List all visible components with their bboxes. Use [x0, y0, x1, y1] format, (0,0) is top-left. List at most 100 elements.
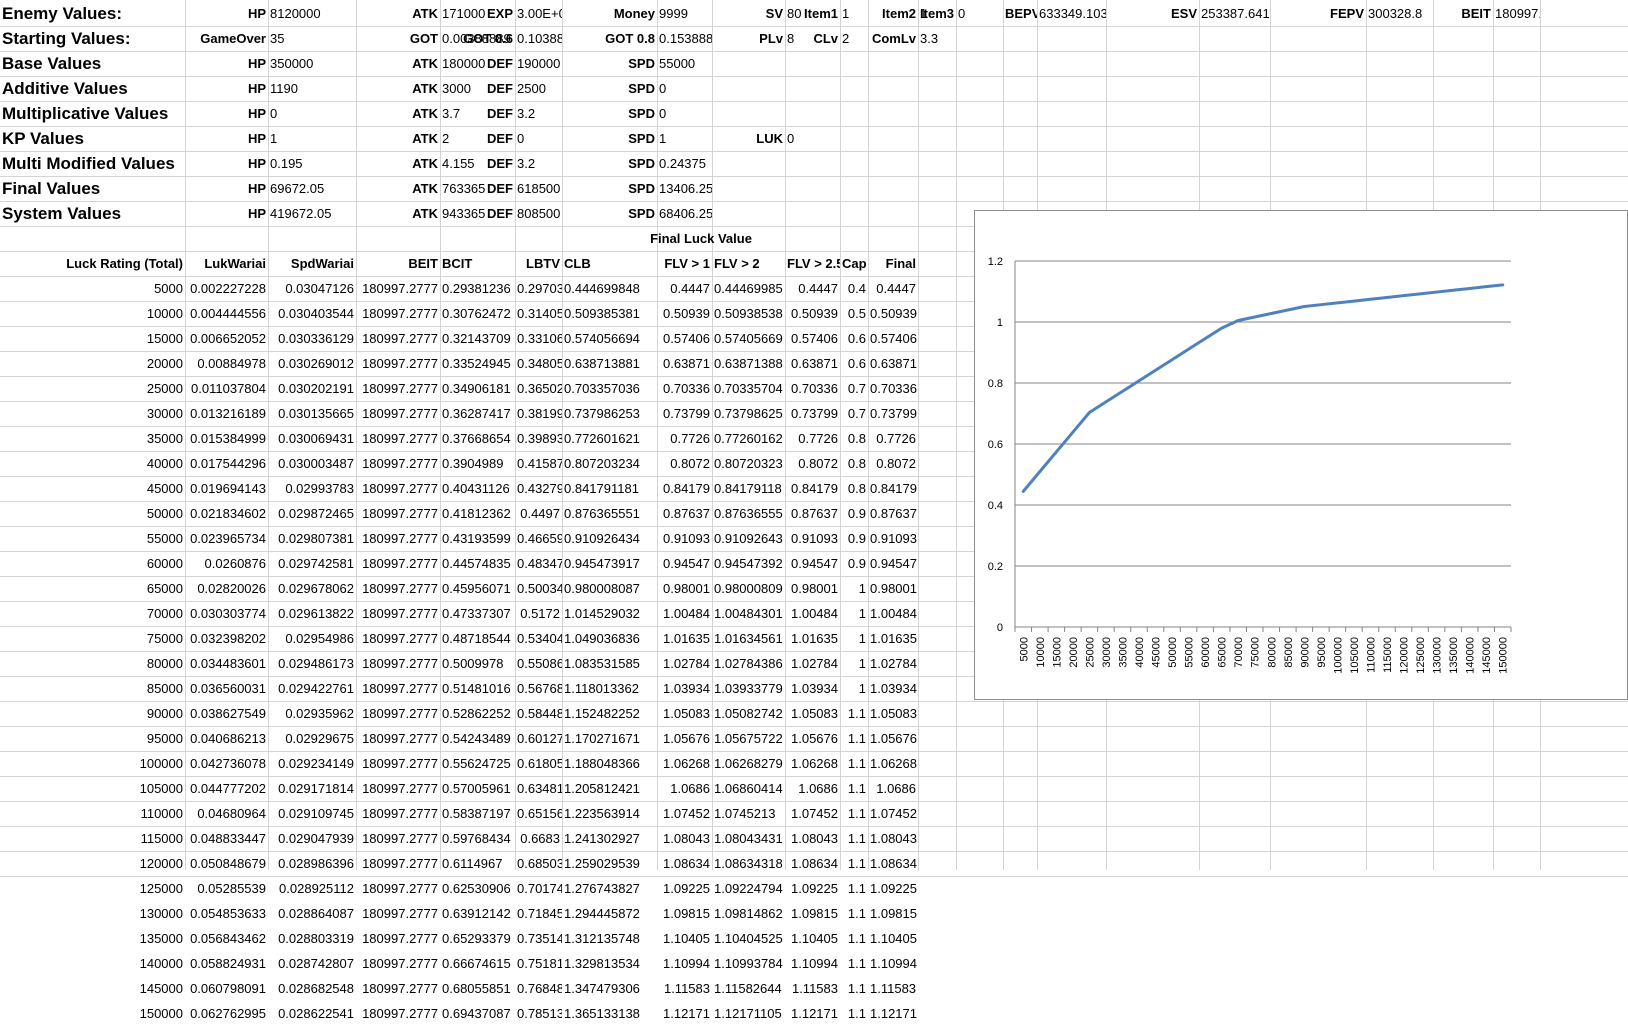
- table-cell[interactable]: 0.65156: [515, 802, 562, 826]
- table-cell[interactable]: 1.09225: [868, 877, 918, 901]
- table-cell[interactable]: 1.241302927: [562, 827, 657, 851]
- field-key[interactable]: GameOver: [185, 27, 268, 51]
- table-cell[interactable]: 1.00484301: [712, 602, 785, 626]
- table-cell[interactable]: 1.03934: [785, 677, 840, 701]
- table-cell[interactable]: 1.0686: [657, 777, 712, 801]
- table-cell[interactable]: 0.044777202: [185, 777, 268, 801]
- table-cell[interactable]: 0.50034: [515, 577, 562, 601]
- table-cell[interactable]: 0.8: [840, 452, 868, 476]
- table-cell[interactable]: 1.06268: [868, 752, 918, 776]
- table-cell[interactable]: 0.5172: [515, 602, 562, 626]
- table-cell[interactable]: 0.87636555: [712, 502, 785, 526]
- table-cell[interactable]: 0.019694143: [185, 477, 268, 501]
- table-cell[interactable]: 0.006652052: [185, 327, 268, 351]
- field-key[interactable]: HP: [185, 52, 268, 76]
- field-value[interactable]: 0.103888889: [515, 27, 562, 51]
- table-cell[interactable]: 0.39893: [515, 427, 562, 451]
- table-cell[interactable]: 0.028986396: [268, 852, 356, 876]
- table-cell[interactable]: 1.329813534: [562, 952, 657, 976]
- table-cell[interactable]: 55000: [0, 527, 185, 551]
- table-cell[interactable]: 0.030135665: [268, 402, 356, 426]
- field-value[interactable]: 0.24375: [657, 152, 712, 176]
- field-key[interactable]: ATK: [356, 152, 440, 176]
- field-value[interactable]: 2: [840, 27, 868, 51]
- table-cell[interactable]: 180997.2777: [356, 827, 440, 851]
- table-cell[interactable]: 110000: [0, 802, 185, 826]
- field-key[interactable]: SV: [712, 2, 785, 26]
- row-label[interactable]: Starting Values:: [0, 27, 185, 51]
- table-cell[interactable]: 1.03934: [868, 677, 918, 701]
- table-cell[interactable]: 1: [840, 677, 868, 701]
- table-cell[interactable]: 1.02784: [657, 652, 712, 676]
- table-cell[interactable]: 0.015384999: [185, 427, 268, 451]
- table-cell[interactable]: 1.05675722: [712, 727, 785, 751]
- table-cell[interactable]: 0.33106: [515, 327, 562, 351]
- table-cell[interactable]: 180997.2777: [356, 802, 440, 826]
- field-key[interactable]: HP: [185, 102, 268, 126]
- table-cell[interactable]: 1.03934: [657, 677, 712, 701]
- table-cell[interactable]: 0.43279: [515, 477, 562, 501]
- table-cell[interactable]: 0.040686213: [185, 727, 268, 751]
- field-key[interactable]: GOT 0.8: [562, 27, 657, 51]
- table-cell[interactable]: 180997.2777: [356, 502, 440, 526]
- table-cell[interactable]: 180997.2777: [356, 727, 440, 751]
- row-label[interactable]: Final Values: [0, 177, 185, 201]
- table-cell[interactable]: 0.048833447: [185, 827, 268, 851]
- field-key[interactable]: Item1: [785, 2, 840, 26]
- table-cell[interactable]: 1.05082742: [712, 702, 785, 726]
- table-header[interactable]: Luck Rating (Total): [0, 252, 185, 276]
- table-cell[interactable]: 150000: [0, 1002, 185, 1026]
- table-cell[interactable]: 1.152482252: [562, 702, 657, 726]
- table-cell[interactable]: 1.09225: [657, 877, 712, 901]
- field-value[interactable]: 190000: [515, 52, 562, 76]
- table-cell[interactable]: 1.02784386: [712, 652, 785, 676]
- field-value[interactable]: 3.00E+09: [515, 2, 562, 26]
- table-cell[interactable]: 70000: [0, 602, 185, 626]
- table-cell[interactable]: 0.91092643: [712, 527, 785, 551]
- table-cell[interactable]: 180997.2777: [356, 577, 440, 601]
- table-cell[interactable]: 0.980008087: [562, 577, 657, 601]
- table-cell[interactable]: 0.02935962: [268, 702, 356, 726]
- table-cell[interactable]: 0.94547: [868, 552, 918, 576]
- table-cell[interactable]: 15000: [0, 327, 185, 351]
- table-cell[interactable]: 1.312135748: [562, 927, 657, 951]
- table-cell[interactable]: 0.32143709: [440, 327, 515, 351]
- field-value[interactable]: 0: [268, 102, 356, 126]
- field-value[interactable]: 2500: [515, 77, 562, 101]
- field-key[interactable]: BEPV: [1003, 2, 1037, 26]
- table-cell[interactable]: 1.1: [840, 852, 868, 876]
- table-cell[interactable]: 0.50939: [868, 302, 918, 326]
- table-cell[interactable]: 0.945473917: [562, 552, 657, 576]
- table-cell[interactable]: 40000: [0, 452, 185, 476]
- table-cell[interactable]: 0.4447: [657, 277, 712, 301]
- field-value[interactable]: 633349.103: [1037, 2, 1106, 26]
- table-cell[interactable]: 1.03933779: [712, 677, 785, 701]
- table-cell[interactable]: 1.02784: [785, 652, 840, 676]
- table-cell[interactable]: 0.41812362: [440, 502, 515, 526]
- table-cell[interactable]: 0.054853633: [185, 902, 268, 926]
- table-cell[interactable]: 0.59768434: [440, 827, 515, 851]
- table-cell[interactable]: 1.05676: [785, 727, 840, 751]
- table-cell[interactable]: 0.70174: [515, 877, 562, 901]
- table-cell[interactable]: 0.6: [840, 327, 868, 351]
- table-cell[interactable]: 0.57406: [868, 327, 918, 351]
- table-cell[interactable]: 1.06268279: [712, 752, 785, 776]
- table-cell[interactable]: 0.028742807: [268, 952, 356, 976]
- table-cell[interactable]: 0.703357036: [562, 377, 657, 401]
- table-cell[interactable]: 0.028622541: [268, 1002, 356, 1026]
- table-cell[interactable]: 1.01635: [785, 627, 840, 651]
- table-cell[interactable]: 1.08043: [868, 827, 918, 851]
- table-cell[interactable]: 1.07452: [657, 802, 712, 826]
- table-cell[interactable]: 0.63871388: [712, 352, 785, 376]
- table-header[interactable]: Cap: [840, 252, 868, 276]
- table-cell[interactable]: 1.08634318: [712, 852, 785, 876]
- field-value[interactable]: 69672.05: [268, 177, 356, 201]
- table-cell[interactable]: 1.170271671: [562, 727, 657, 751]
- table-cell[interactable]: 1.06860414: [712, 777, 785, 801]
- table-cell[interactable]: 180997.2777: [356, 327, 440, 351]
- table-cell[interactable]: 1.347479306: [562, 977, 657, 1001]
- table-cell[interactable]: 1.294445872: [562, 902, 657, 926]
- table-cell[interactable]: 1.09815: [868, 902, 918, 926]
- field-value[interactable]: 0.15388889: [657, 27, 712, 51]
- table-cell[interactable]: 0.9: [840, 502, 868, 526]
